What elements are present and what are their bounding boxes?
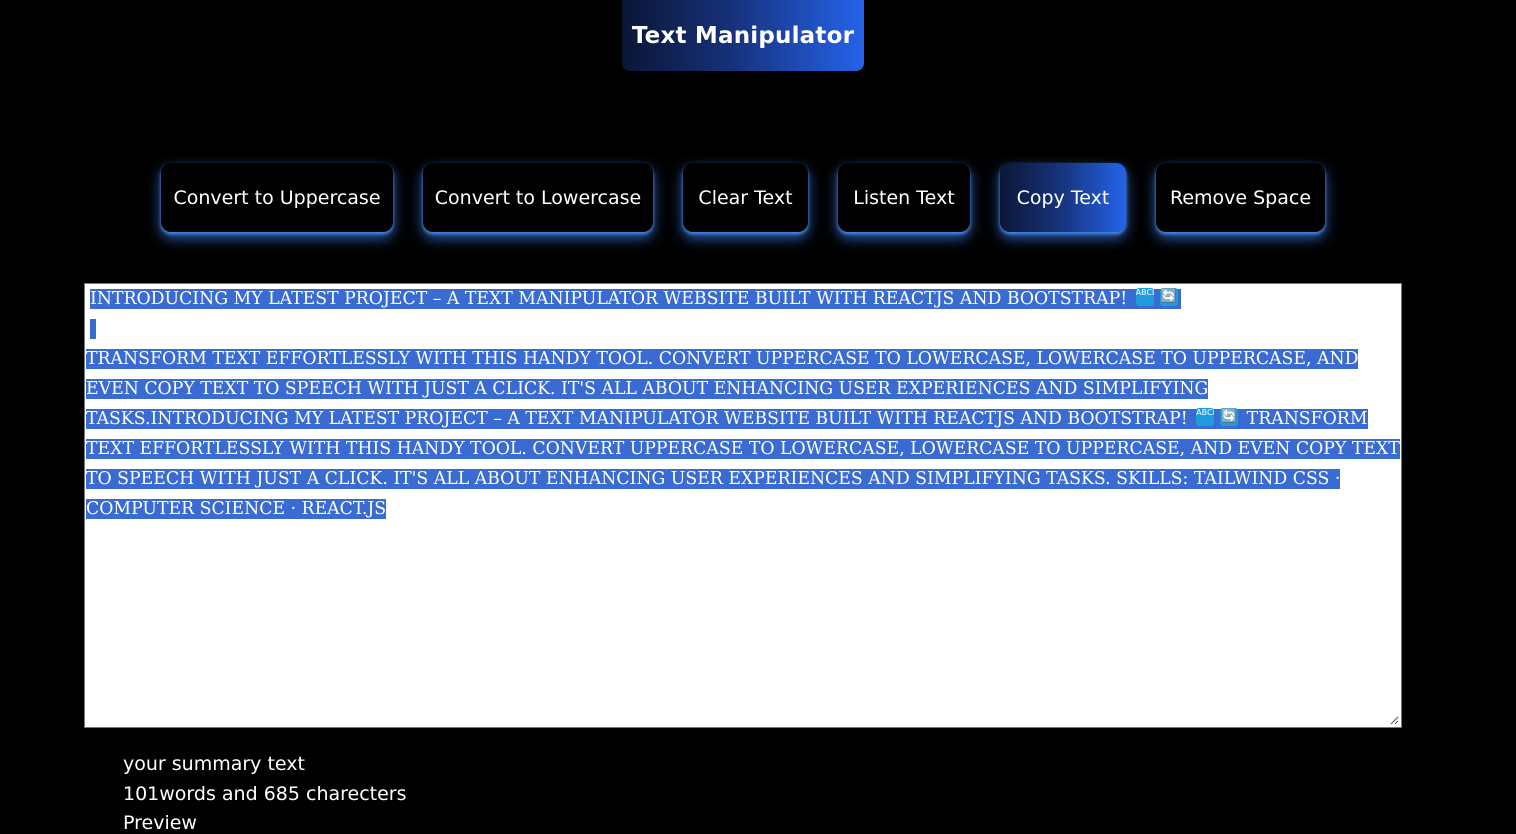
- sync-emoji-icon: 🔄: [1159, 288, 1178, 306]
- remove-space-button[interactable]: Remove Space: [1156, 163, 1325, 232]
- word-char-count: 101words and 685 charecters: [123, 783, 407, 805]
- convert-uppercase-button[interactable]: Convert to Uppercase: [161, 163, 393, 232]
- editor-paragraph-main: TRANSFORM TEXT EFFORTLESSLY WITH THIS HA…: [86, 349, 1359, 429]
- preview-heading: Preview: [123, 812, 197, 834]
- clear-text-button[interactable]: Clear Text: [683, 163, 808, 232]
- copy-text-button[interactable]: Copy Text: [1000, 163, 1126, 232]
- listen-text-button[interactable]: Listen Text: [838, 163, 970, 232]
- editor-content: INTRODUCING MY LATEST PROJECT – A TEXT M…: [86, 284, 1401, 524]
- convert-lowercase-button[interactable]: Convert to Lowercase: [423, 163, 653, 232]
- abcd-emoji-icon-2: ABCD: [1196, 408, 1215, 426]
- sync-emoji-icon-2: 🔄: [1220, 408, 1239, 426]
- abcd-emoji-icon: ABCD: [1135, 288, 1154, 306]
- text-input-area[interactable]: INTRODUCING MY LATEST PROJECT – A TEXT M…: [84, 283, 1402, 728]
- app-title: Text Manipulator: [622, 0, 864, 71]
- summary-heading: your summary text: [123, 753, 305, 775]
- editor-line-intro: INTRODUCING MY LATEST PROJECT – A TEXT M…: [90, 289, 1128, 309]
- resize-grip-icon[interactable]: [1389, 715, 1399, 725]
